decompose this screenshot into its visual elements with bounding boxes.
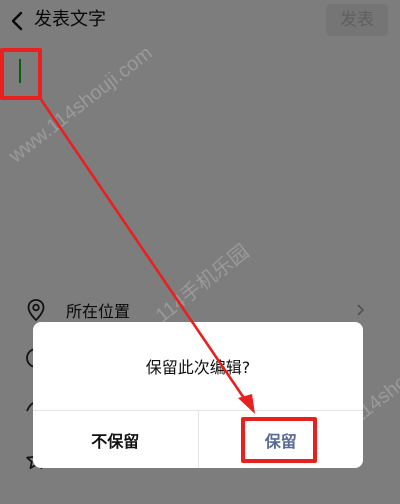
annotation-arrow [38,96,255,414]
